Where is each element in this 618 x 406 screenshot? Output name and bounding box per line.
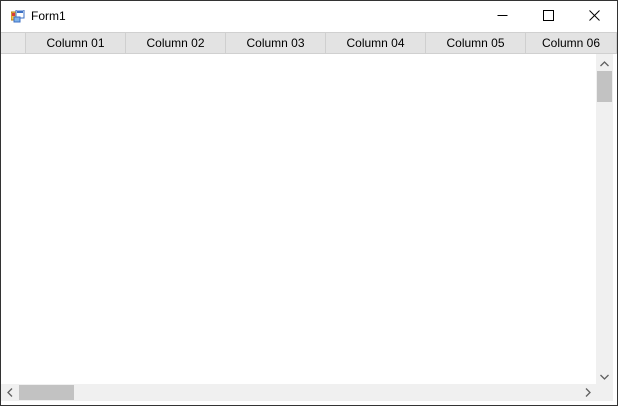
horizontal-scroll-thumb[interactable]: [19, 385, 74, 400]
column-header-02[interactable]: Column 02: [126, 33, 226, 53]
column-header-06[interactable]: Column 06: [526, 33, 617, 53]
maximize-button[interactable]: [525, 1, 571, 32]
chevron-right-icon: [585, 384, 591, 402]
scroll-up-button[interactable]: [596, 54, 613, 71]
vertical-scroll-thumb[interactable]: [597, 71, 612, 102]
title-bar[interactable]: Form1: [1, 1, 617, 32]
scroll-down-button[interactable]: [596, 367, 613, 384]
column-header-05[interactable]: Column 05: [426, 33, 526, 53]
maximize-icon: [542, 8, 554, 26]
horizontal-scrollbar[interactable]: [1, 384, 596, 401]
chevron-down-icon: [600, 367, 609, 385]
window-title: Form1: [31, 9, 66, 23]
scrollbar-corner: [596, 384, 613, 401]
chevron-up-icon: [600, 54, 609, 72]
chevron-left-icon: [6, 384, 13, 402]
minimize-button[interactable]: [479, 1, 525, 32]
column-header-03[interactable]: Column 03: [226, 33, 326, 53]
scroll-right-button[interactable]: [579, 384, 596, 401]
column-header-01[interactable]: Column 01: [26, 33, 126, 53]
form-window: Form1 Column 01 Column 02 Column 03 Colu…: [0, 0, 618, 406]
vertical-scrollbar[interactable]: [596, 54, 613, 384]
column-header-row: Column 01 Column 02 Column 03 Column 04 …: [1, 32, 617, 54]
close-icon: [588, 8, 600, 26]
minimize-icon: [497, 8, 508, 26]
row-header-corner[interactable]: [1, 33, 26, 53]
form-app-icon[interactable]: [10, 9, 25, 23]
data-grid[interactable]: Column 01 Column 02 Column 03 Column 04 …: [1, 32, 617, 405]
scroll-left-button[interactable]: [1, 384, 18, 401]
close-button[interactable]: [571, 1, 617, 32]
column-header-04[interactable]: Column 04: [326, 33, 426, 53]
